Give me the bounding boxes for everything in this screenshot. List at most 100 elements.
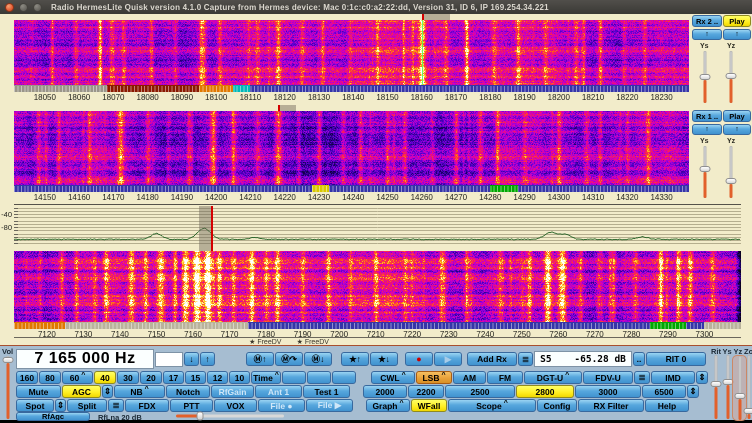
slider-handle[interactable] xyxy=(3,357,14,363)
close-button[interactable] xyxy=(5,3,14,12)
rx1-button[interactable]: Rx 1 .. xyxy=(692,110,722,122)
rfgain-button[interactable]: RfGain xyxy=(211,385,254,398)
rx2-waterfall[interactable] xyxy=(14,20,689,85)
favorite-add-button[interactable]: ★↑ xyxy=(341,352,369,366)
filter-2000-button[interactable]: 2000 xyxy=(363,385,407,398)
rx1-yz-slider[interactable] xyxy=(725,146,738,198)
agc-button[interactable]: AGC xyxy=(62,385,101,398)
test1-button[interactable]: Test 1 xyxy=(303,385,350,398)
band-15-button[interactable]: 15 xyxy=(185,371,206,384)
frequency-ruler[interactable] xyxy=(14,322,741,329)
rx2-play-button[interactable]: Play xyxy=(723,15,751,27)
rit-button[interactable]: RIT 0 xyxy=(646,352,706,366)
zo-slider[interactable] xyxy=(743,355,752,419)
split-button[interactable]: Split xyxy=(67,399,107,412)
rx1-up-button-1[interactable]: ↑ xyxy=(692,124,722,135)
ant1-button[interactable]: Ant 1 xyxy=(255,385,302,398)
freq-down-button[interactable]: ↓ xyxy=(184,352,199,366)
rx2-yz-slider[interactable] xyxy=(725,51,738,103)
band-17-button[interactable]: 17 xyxy=(163,371,184,384)
filter-3000-button[interactable]: 3000 xyxy=(575,385,641,398)
config-button[interactable]: Config xyxy=(537,399,577,412)
rflna-slider[interactable] xyxy=(176,411,284,421)
spot-spin-button[interactable]: ⇕ xyxy=(55,399,66,412)
playback-button[interactable]: ▶ xyxy=(434,352,462,366)
minimize-button[interactable] xyxy=(19,3,28,12)
filter-2200-button[interactable]: 2200 xyxy=(408,385,444,398)
rx1-play-button[interactable]: Play xyxy=(723,110,751,122)
mute-button[interactable]: Mute xyxy=(16,385,61,398)
rx1-ys-slider[interactable] xyxy=(699,146,712,198)
file-play-button[interactable]: File ▶ xyxy=(306,399,353,412)
band-40-button[interactable]: 40 xyxy=(94,371,116,384)
band-20-button[interactable]: 20 xyxy=(140,371,162,384)
rx1-waterfall[interactable] xyxy=(14,111,689,185)
slider-handle[interactable] xyxy=(196,412,203,421)
slider-handle[interactable] xyxy=(711,381,722,387)
frequency-display[interactable]: 7 165 000 Hz xyxy=(16,349,154,369)
rx2-up-button-2[interactable]: ↑ xyxy=(723,29,751,40)
filter-2500-button[interactable]: 2500 xyxy=(445,385,515,398)
rx2-button[interactable]: Rx 2 .. xyxy=(692,15,722,27)
slider-handle[interactable] xyxy=(744,408,752,414)
band-12-button[interactable]: 12 xyxy=(207,371,228,384)
freq-up-button[interactable]: ↑ xyxy=(200,352,215,366)
favorite-list-button[interactable]: ★↓ xyxy=(370,352,398,366)
mode-cwl-button[interactable]: CWL^ xyxy=(371,371,415,384)
band-60-button[interactable]: 60^ xyxy=(62,371,93,384)
spectrum-graph[interactable] xyxy=(14,205,741,247)
frequency-ruler[interactable] xyxy=(14,85,689,92)
nb-button[interactable]: NB^ xyxy=(114,385,165,398)
rx2-ys-slider[interactable] xyxy=(699,51,712,103)
graph-button[interactable]: Graph^ xyxy=(366,399,410,412)
vol-slider[interactable] xyxy=(2,356,15,419)
band-160-button[interactable]: 160 xyxy=(16,371,38,384)
band-80-button[interactable]: 80 xyxy=(39,371,61,384)
notch-button[interactable]: Notch xyxy=(166,385,210,398)
imd-spin-button[interactable]: ⇕ xyxy=(696,371,708,384)
record-button[interactable]: ● xyxy=(405,352,433,366)
spot-button[interactable]: Spot xyxy=(16,399,54,412)
rx2-up-button-1[interactable]: ↑ xyxy=(692,29,722,40)
filter-6500-button[interactable]: 6500 xyxy=(642,385,686,398)
split-menu-button[interactable]: ≣ xyxy=(108,399,124,412)
s-meter-menu-button[interactable]: .. xyxy=(633,352,645,366)
slider-handle[interactable] xyxy=(726,73,737,79)
mode-dgtu-button[interactable]: DGT-U^ xyxy=(524,371,582,384)
mode-fm-button[interactable]: FM xyxy=(487,371,523,384)
slider-handle[interactable] xyxy=(726,178,737,184)
help-button[interactable]: Help xyxy=(645,399,689,412)
memory-delete-button[interactable]: Ⓜ↓ xyxy=(304,352,332,366)
mode-fdvu-button[interactable]: FDV-U xyxy=(583,371,633,384)
main-waterfall[interactable] xyxy=(14,251,741,322)
band-30-button[interactable]: 30 xyxy=(117,371,139,384)
fdx-button[interactable]: FDX xyxy=(125,399,169,412)
add-rx-button[interactable]: Add Rx xyxy=(467,352,517,366)
mode-am-button[interactable]: AM xyxy=(453,371,486,384)
add-rx-menu-button[interactable]: ≣ xyxy=(518,352,533,366)
band-10-button[interactable]: 10 xyxy=(229,371,250,384)
rx-filter-button[interactable]: RX Filter xyxy=(578,399,644,412)
blank-button-2[interactable] xyxy=(307,371,331,384)
filter-2800-button[interactable]: 2800 xyxy=(516,385,574,398)
scope-button[interactable]: Scope^ xyxy=(448,399,536,412)
frequency-entry[interactable] xyxy=(155,352,183,367)
blank-button-3[interactable] xyxy=(332,371,356,384)
maximize-button[interactable] xyxy=(33,3,42,12)
rx1-up-button-2[interactable]: ↑ xyxy=(723,124,751,135)
wfall-button[interactable]: WFall xyxy=(411,399,447,412)
frequency-ruler[interactable] xyxy=(14,185,689,192)
filter-spin-button[interactable]: ⇕ xyxy=(687,385,699,398)
time-button[interactable]: Time^ xyxy=(251,371,281,384)
blank-button-1[interactable] xyxy=(282,371,306,384)
memory-next-button[interactable]: Ⓜ↷ xyxy=(275,352,303,366)
fdv-menu-button[interactable]: ≣ xyxy=(634,371,650,384)
slider-handle[interactable] xyxy=(700,74,711,80)
rfagc-button[interactable]: RfAgc xyxy=(16,412,90,421)
mode-lsb-button[interactable]: LSB^ xyxy=(416,371,452,384)
freq-tick-label: 18170 xyxy=(445,93,467,102)
agc-spin-button[interactable]: ⇕ xyxy=(102,385,113,398)
slider-handle[interactable] xyxy=(700,166,711,172)
mode-imd-button[interactable]: IMD xyxy=(651,371,695,384)
memory-save-button[interactable]: Ⓜ↑ xyxy=(246,352,274,366)
